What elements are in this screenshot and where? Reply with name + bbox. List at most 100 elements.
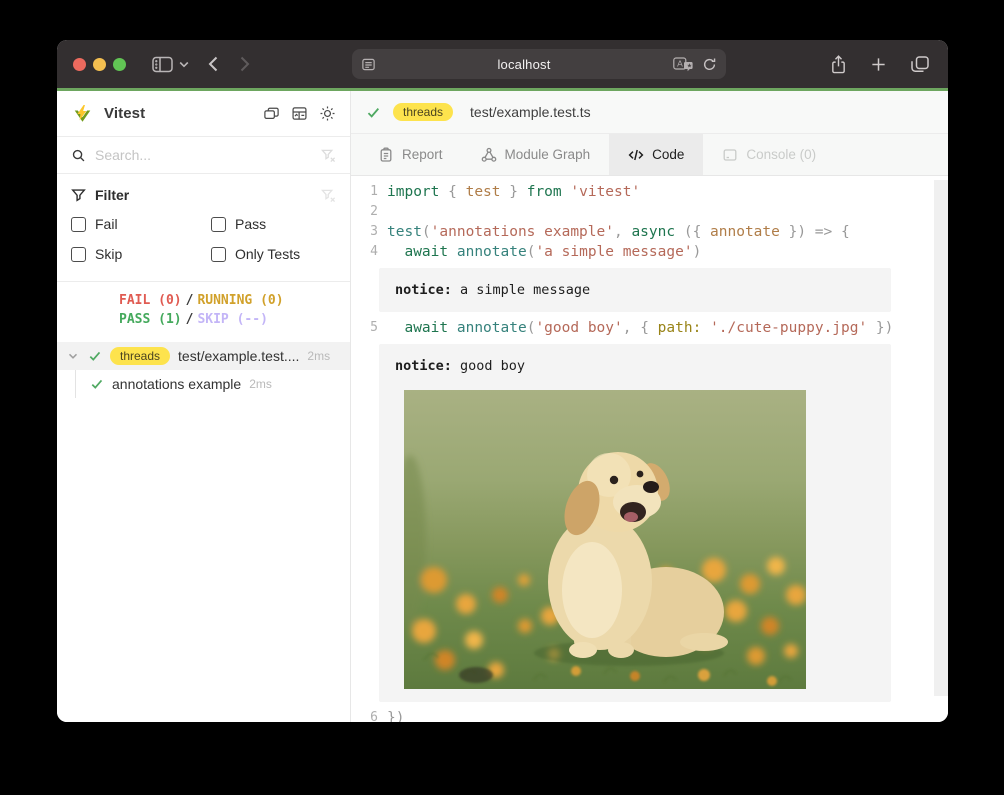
code-token [387,242,404,262]
check-icon [88,349,102,363]
minimize-window-button[interactable] [93,58,106,71]
back-icon[interactable] [207,55,219,73]
clear-filter-icon[interactable] [321,188,336,203]
tab-overview-icon[interactable] [910,55,930,73]
notice-image [404,390,875,689]
filter-title-row: Filter [71,187,336,203]
chevron-down-icon[interactable] [67,350,79,362]
summary-separator: / [186,312,194,327]
tab-module-graph[interactable]: Module Graph [462,134,610,175]
code-pane: 1import { test } from 'vitest'23test('an… [351,176,948,722]
console-icon [722,147,738,163]
filter-checkbox-skip[interactable]: Skip [71,246,211,262]
clipboard-icon [378,147,394,163]
code-token: }) [387,708,404,722]
annotation-notice: notice: a simple message [379,268,891,312]
browser-window: localhost A ★ [57,40,948,722]
indent-guide [75,370,76,398]
tab-report[interactable]: Report [359,134,462,175]
toolbar-right-cluster [830,54,930,75]
line-number: 6 [351,708,387,722]
code-line: 3test('annotations example', async ({ an… [351,222,948,242]
summary-separator: / [186,293,194,308]
code-token: annotate [457,242,527,262]
sidebar-header: Vitest [57,91,350,137]
tree-row[interactable]: threadstest/example.test....2ms [57,342,350,370]
sidebar-actions [263,105,336,122]
code-token: 'annotations example' [431,222,614,242]
checkbox-box[interactable] [71,247,86,262]
code-token: ( [527,318,536,338]
tab-label: Report [402,147,443,162]
filter-checkbox-only-tests[interactable]: Only Tests [211,246,336,262]
module-graph-icon [481,147,497,163]
code-token [701,318,710,338]
line-number: 4 [351,242,387,262]
tree-row[interactable]: annotations example2ms [57,370,350,398]
checkbox-box[interactable] [211,217,226,232]
code-token: path: [658,318,702,338]
maximize-window-button[interactable] [113,58,126,71]
code-token: 'good boy' [535,318,622,338]
test-summary: FAIL (0)/RUNNING (0) PASS (1)/SKIP (--) [57,281,350,335]
code-token: test [466,182,501,202]
search-input[interactable]: Search... [57,137,350,174]
tab-bar: Report Module Graph Code Console (0) [351,134,948,176]
code-token: annotate [710,222,780,242]
filter-checkboxes: Fail PassSkipOnly Tests [71,216,336,262]
pass-count: PASS (1) [119,312,182,327]
code-line: 1import { test } from 'vitest' [351,182,948,202]
dashboard-icon[interactable] [291,105,308,122]
forward-icon[interactable] [239,55,251,73]
code-icon [628,147,644,163]
code-token: } [501,182,527,202]
vitest-logo-icon [71,103,94,125]
main-panel: threads test/example.test.ts ReportModul… [351,91,948,722]
funnel-icon [71,188,86,203]
vitest-app: Vitest [57,91,948,722]
tree-item-duration: 2ms [249,377,272,391]
close-window-button[interactable] [73,58,86,71]
code-line: 4 await annotate('a simple message') [351,242,948,262]
stack-icon[interactable] [263,105,280,122]
filter-checkbox-fail[interactable]: Fail [71,216,211,232]
clear-filter-icon[interactable] [321,148,336,163]
fail-count: FAIL (0) [119,293,182,308]
code-token: }) => { [780,222,850,242]
svg-text:A: A [677,59,683,69]
scrollbar[interactable] [934,180,948,696]
annotation-notice: notice: good boy [379,344,891,702]
translate-icon[interactable]: A ★ [673,56,694,72]
filter-title: Filter [95,187,129,203]
reader-icon[interactable] [361,57,376,72]
tab-label: Code [652,147,684,162]
checkbox-box[interactable] [71,217,86,232]
checkbox-box[interactable] [211,247,226,262]
code-token: 'vitest' [570,182,640,202]
code-token: ( [527,242,536,262]
notice-label: notice: [395,358,452,374]
code-editor[interactable]: 1import { test } from 'vitest'23test('an… [351,176,948,722]
tree-item-duration: 2ms [307,349,330,363]
code-token: { [439,182,465,202]
code-line: 6}) [351,708,948,722]
chevron-down-icon[interactable] [179,61,189,68]
sun-icon[interactable] [319,105,336,122]
file-path: test/example.test.ts [470,104,591,120]
browser-toolbar: localhost A ★ [57,40,948,88]
code-token: async [631,222,675,242]
line-number: 3 [351,222,387,242]
search-placeholder: Search... [95,147,321,163]
checkbox-label: Fail [95,216,118,232]
tab-code[interactable]: Code [609,134,703,175]
tab-console-0-: Console (0) [703,134,835,175]
address-bar[interactable]: localhost A ★ [352,49,726,79]
share-icon[interactable] [830,54,847,75]
cute-puppy-image [404,390,806,689]
new-tab-icon[interactable] [870,56,887,73]
sidebar-toggle-icon[interactable] [152,56,173,73]
running-count: RUNNING (0) [197,293,283,308]
reload-icon[interactable] [702,57,717,72]
notice-label: notice: [395,282,452,298]
filter-checkbox-pass[interactable]: Pass [211,216,336,232]
